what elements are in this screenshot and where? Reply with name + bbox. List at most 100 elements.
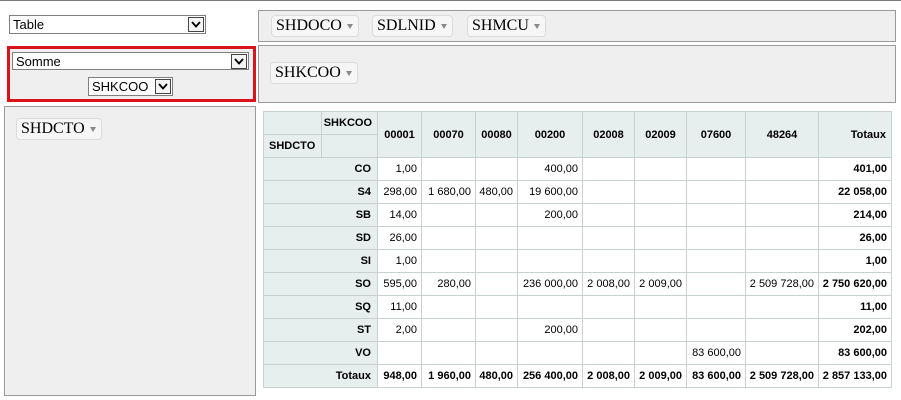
- row-label: SD: [263, 226, 378, 250]
- data-cell: 2 008,00: [582, 272, 635, 296]
- table-row: CO 1,00 400,00 401,00: [263, 157, 892, 181]
- data-cell: [421, 249, 476, 273]
- data-cell: [377, 341, 422, 365]
- col-total-cell: 256 400,00: [517, 364, 583, 388]
- header-spacer: [321, 134, 378, 158]
- row-attr-chip-shkcoo[interactable]: SHKCOO: [270, 62, 358, 84]
- caret-down-icon[interactable]: [89, 126, 96, 132]
- chevron-down-icon[interactable]: [188, 17, 204, 32]
- data-cell: [745, 157, 819, 181]
- data-cell: [634, 295, 687, 319]
- row-label: S4: [263, 180, 378, 204]
- row-label: VO: [263, 341, 378, 365]
- col-header: 00001: [377, 111, 422, 158]
- row-total-cell: 401,00: [818, 157, 892, 181]
- col-header: 02008: [582, 111, 635, 158]
- data-cell: [582, 180, 635, 204]
- row-total-cell: 202,00: [818, 318, 892, 342]
- data-cell: [634, 318, 687, 342]
- data-cell: [421, 157, 476, 181]
- data-cell: 595,00: [377, 272, 422, 296]
- data-cell: 2 509 728,00: [745, 272, 819, 296]
- top-border: [0, 0, 901, 1]
- data-cell: [745, 226, 819, 250]
- data-cell: [634, 157, 687, 181]
- col-total-cell: 948,00: [377, 364, 422, 388]
- data-cell: 298,00: [377, 180, 422, 204]
- data-cell: [582, 341, 635, 365]
- data-cell: [475, 272, 518, 296]
- data-cell: 19 600,00: [517, 180, 583, 204]
- data-cell: [475, 203, 518, 227]
- row-total-cell: 214,00: [818, 203, 892, 227]
- col-attr-header: SHKCOO: [321, 111, 378, 135]
- data-cell: [421, 226, 476, 250]
- col-attr-chip-sdlnid[interactable]: SDLNID: [372, 15, 453, 37]
- data-cell: [517, 341, 583, 365]
- aggregator-select[interactable]: Somme: [12, 52, 249, 70]
- col-attr-label: SHMCU: [472, 17, 529, 34]
- col-header: 48264: [745, 111, 819, 158]
- pivot-table: SHKCOO 00001 00070 00080 00200 02008 020…: [263, 111, 892, 388]
- row-label: SB: [263, 203, 378, 227]
- row-label: SQ: [263, 295, 378, 319]
- col-total-cell: 480,00: [475, 364, 518, 388]
- row-attr-header: SHDCTO: [263, 134, 322, 158]
- row-label: CO: [263, 157, 378, 181]
- data-cell: [686, 226, 746, 250]
- caret-down-icon[interactable]: [345, 70, 352, 76]
- row-attrs-panel[interactable]: SHKCOO: [258, 45, 896, 103]
- aggregator-attribute-select[interactable]: SHKCOO: [88, 77, 173, 96]
- table-row: SQ 11,00 11,00: [263, 295, 892, 319]
- row-total-cell: 26,00: [818, 226, 892, 250]
- data-cell: [421, 341, 476, 365]
- data-cell: [634, 203, 687, 227]
- data-cell: [475, 318, 518, 342]
- col-header: 02009: [634, 111, 687, 158]
- caret-down-icon[interactable]: [533, 23, 540, 29]
- renderer-select-value: Table: [13, 17, 45, 32]
- table-row: SI 1,00 1,00: [263, 249, 892, 273]
- table-row: VO 83 600,00 83 600,00: [263, 341, 892, 365]
- data-cell: [745, 341, 819, 365]
- data-cell: 2 009,00: [634, 272, 687, 296]
- data-cell: [582, 318, 635, 342]
- col-attr-chip-shdoco[interactable]: SHDOCO: [271, 15, 359, 37]
- aggregator-box: Somme SHKCOO: [7, 46, 256, 102]
- col-total-cell: 2 008,00: [582, 364, 635, 388]
- data-cell: 83 600,00: [686, 341, 746, 365]
- data-cell: [582, 203, 635, 227]
- col-attrs-panel[interactable]: SHDOCO SDLNID SHMCU: [258, 10, 896, 42]
- totals-row-label: Totaux: [263, 364, 378, 388]
- caret-down-icon[interactable]: [346, 23, 353, 29]
- data-cell: [686, 203, 746, 227]
- col-header: 07600: [686, 111, 746, 158]
- data-cell: 1,00: [377, 157, 422, 181]
- data-cell: 400,00: [517, 157, 583, 181]
- data-cell: 1,00: [377, 249, 422, 273]
- data-cell: 200,00: [517, 318, 583, 342]
- data-cell: [582, 249, 635, 273]
- col-total-cell: 2 009,00: [634, 364, 687, 388]
- col-attr-chip-shmcu[interactable]: SHMCU: [467, 15, 546, 37]
- data-cell: [421, 203, 476, 227]
- chevron-down-icon[interactable]: [231, 53, 247, 69]
- data-cell: [517, 295, 583, 319]
- row-total-cell: 22 058,00: [818, 180, 892, 204]
- col-total-cell: 1 960,00: [421, 364, 476, 388]
- chevron-down-icon[interactable]: [155, 79, 171, 94]
- col-header: 00200: [517, 111, 583, 158]
- caret-down-icon[interactable]: [440, 23, 447, 29]
- table-row: SO 595,00 280,00 236 000,00 2 008,00 2 009,00…: [263, 272, 892, 296]
- unused-attr-chip-shdcto[interactable]: SHDCTO: [16, 118, 102, 140]
- data-cell: 280,00: [421, 272, 476, 296]
- unused-attrs-panel[interactable]: SHDCTO: [4, 106, 256, 396]
- renderer-select[interactable]: Table: [9, 15, 206, 34]
- data-cell: 480,00: [475, 180, 518, 204]
- data-cell: [517, 226, 583, 250]
- data-cell: [686, 272, 746, 296]
- aggregator-attribute-value: SHKCOO: [92, 79, 149, 94]
- data-cell: [475, 226, 518, 250]
- col-header: 00070: [421, 111, 476, 158]
- row-total-cell: 1,00: [818, 249, 892, 273]
